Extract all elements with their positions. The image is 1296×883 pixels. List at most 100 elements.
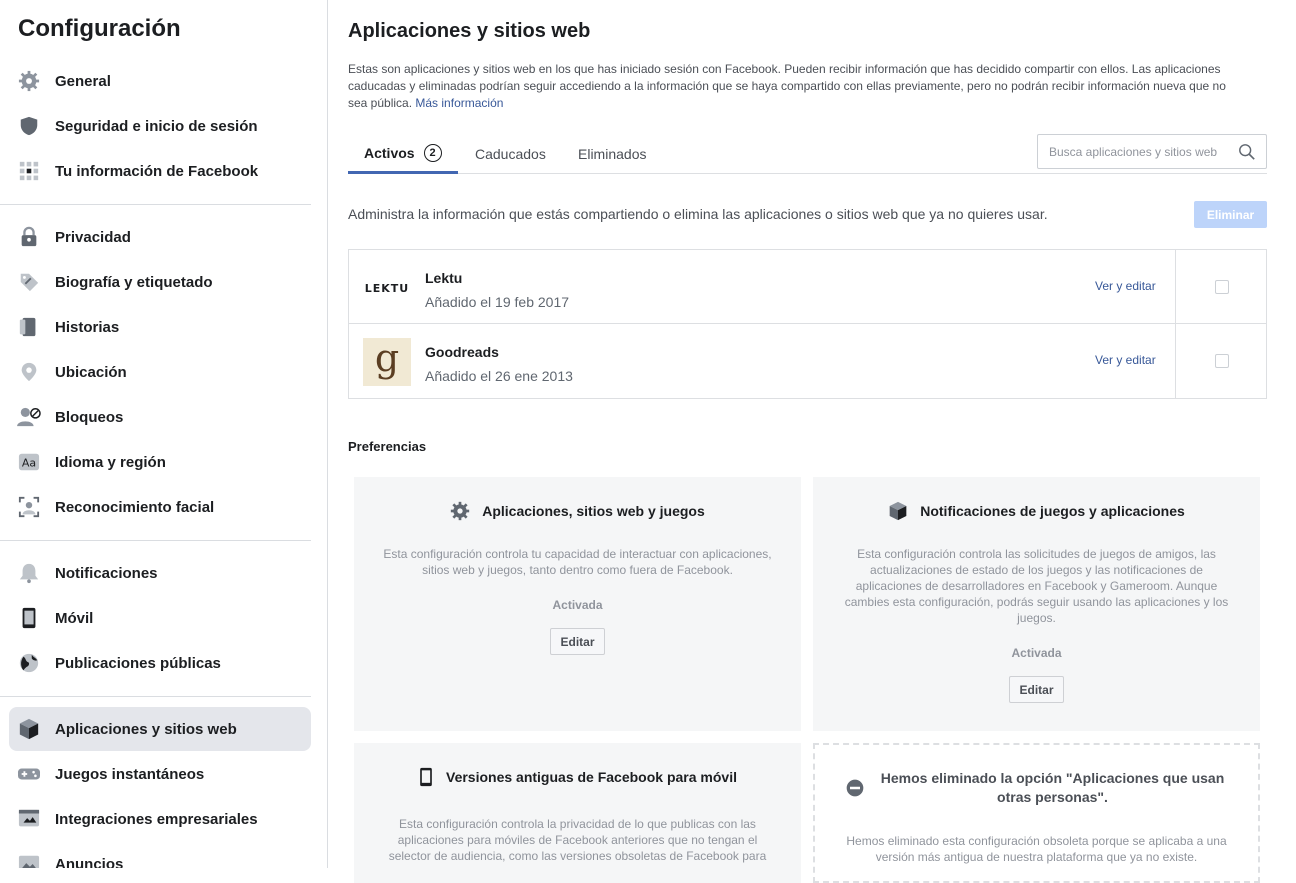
page-title: Aplicaciones y sitios web: [348, 20, 591, 42]
sidebar-item-label: Biografía y etiquetado: [55, 273, 213, 291]
tab-removed[interactable]: Eliminados: [578, 134, 646, 174]
sidebar-item-face-recognition[interactable]: Reconocimiento facial: [9, 485, 311, 529]
card-status: Activada: [1011, 646, 1062, 660]
sidebar-item-label: Móvil: [55, 609, 94, 627]
app-checkbox[interactable]: [1215, 354, 1229, 368]
sidebar-item-label: Privacidad: [55, 228, 131, 246]
sidebar-item-language[interactable]: Aa Idioma y región: [9, 440, 311, 484]
sidebar-item-general[interactable]: General: [9, 59, 311, 103]
settings-sidebar: Configuración General Seguridad e inicio…: [0, 0, 328, 868]
shield-icon: [17, 114, 41, 138]
sidebar-divider: [0, 540, 311, 541]
sidebar-item-label: Historias: [55, 318, 120, 336]
sidebar-item-mobile[interactable]: Móvil: [9, 596, 311, 640]
app-checkbox[interactable]: [1215, 280, 1229, 294]
pref-card-old-mobile: Versiones antiguas de Facebook para móvi…: [354, 743, 801, 883]
sidebar-item-security[interactable]: Seguridad e inicio de sesión: [9, 104, 311, 148]
sidebar-divider: [0, 204, 311, 205]
sidebar-item-label: Juegos instantáneos: [55, 765, 205, 783]
lock-icon: [17, 225, 41, 249]
sidebar-item-label: Aplicaciones y sitios web: [55, 720, 237, 738]
ads-icon: [17, 852, 41, 868]
sidebar-item-label: Ubicación: [55, 363, 127, 381]
face-scan-icon: [17, 495, 41, 519]
bell-icon: [17, 561, 41, 585]
app-list: LEKTU Lektu Añadido el 19 feb 2017 Ver y…: [348, 249, 1267, 399]
app-name: Lektu: [425, 270, 463, 286]
card-status: Activada: [552, 598, 603, 612]
minus-circle-icon: [845, 778, 865, 798]
edit-button[interactable]: Editar: [1009, 676, 1064, 703]
phone-icon: [17, 606, 41, 630]
delete-button[interactable]: Eliminar: [1194, 201, 1267, 228]
sidebar-item-ads[interactable]: Anuncios: [9, 842, 311, 868]
app-row: g Goodreads Añadido el 26 ene 2013 Ver y…: [349, 324, 1266, 398]
card-description: Esta configuración controla la privacida…: [388, 817, 767, 863]
card-header: Hemos eliminado la opción "Aplicaciones …: [815, 769, 1258, 807]
sidebar-item-label: Tu información de Facebook: [55, 162, 259, 180]
block-user-icon: [17, 405, 41, 429]
tab-active[interactable]: Activos 2: [348, 134, 458, 174]
sidebar-item-label: General: [55, 72, 111, 90]
sidebar-item-label: Integraciones empresariales: [55, 810, 258, 828]
tag-icon: [17, 270, 41, 294]
search-input[interactable]: [1049, 144, 1227, 159]
sidebar-title: Configuración: [18, 15, 181, 42]
goodreads-logo: g: [363, 338, 411, 386]
preferences-heading: Preferencias: [348, 439, 427, 454]
intro-text: Estas son aplicaciones y sitios web en l…: [348, 61, 1248, 112]
sidebar-item-instant-games[interactable]: Juegos instantáneos: [9, 752, 311, 796]
card-description: Hemos eliminado esta configuración obsol…: [846, 834, 1227, 864]
pref-card-apps-games: Aplicaciones, sitios web y juegos Esta c…: [354, 477, 801, 731]
globe-icon: [17, 651, 41, 675]
sidebar-item-notifications[interactable]: Notificaciones: [9, 551, 311, 595]
tab-label: Caducados: [475, 146, 546, 162]
manage-description: Administra la información que estás comp…: [348, 206, 1048, 222]
app-row: LEKTU Lektu Añadido el 19 feb 2017 Ver y…: [349, 250, 1266, 324]
sidebar-item-label: Notificaciones: [55, 564, 158, 582]
sidebar-item-label: Seguridad e inicio de sesión: [55, 117, 258, 135]
sidebar-item-privacy[interactable]: Privacidad: [9, 215, 311, 259]
sidebar-item-timeline-tagging[interactable]: Biografía y etiquetado: [9, 260, 311, 304]
sidebar-divider: [0, 696, 311, 697]
sidebar-item-stories[interactable]: Historias: [9, 305, 311, 349]
business-icon: [17, 807, 41, 831]
sidebar-item-blocking[interactable]: Bloqueos: [9, 395, 311, 439]
card-title: Versiones antiguas de Facebook para móvi…: [446, 769, 737, 785]
box-icon: [17, 717, 41, 741]
tab-expired[interactable]: Caducados: [475, 134, 546, 174]
sidebar-item-label: Idioma y región: [55, 453, 166, 471]
pref-card-removed-option: Hemos eliminado la opción "Aplicaciones …: [813, 743, 1260, 883]
sidebar-item-apps-websites[interactable]: Aplicaciones y sitios web: [9, 707, 311, 751]
sidebar-item-label: Publicaciones públicas: [55, 654, 221, 672]
pref-card-notifications: Notificaciones de juegos y aplicaciones …: [813, 477, 1260, 731]
sidebar-item-your-info[interactable]: Tu información de Facebook: [9, 149, 311, 193]
cube-icon: [888, 501, 908, 521]
gamepad-icon: [17, 762, 41, 786]
more-info-link[interactable]: Más información: [415, 96, 503, 110]
card-header: Notificaciones de juegos y aplicaciones: [813, 501, 1260, 521]
sidebar-item-label: Reconocimiento facial: [55, 498, 215, 516]
tab-count-badge: 2: [423, 143, 442, 162]
card-title: Hemos eliminado la opción "Aplicaciones …: [880, 770, 1225, 805]
search-icon[interactable]: [1238, 143, 1256, 166]
row-divider: [1175, 250, 1176, 323]
sidebar-item-business-integrations[interactable]: Integraciones empresariales: [9, 797, 311, 841]
app-date: Añadido el 19 feb 2017: [425, 294, 570, 310]
tab-label: Activos: [364, 144, 415, 161]
card-header: Aplicaciones, sitios web y juegos: [354, 501, 801, 521]
phone-icon: [418, 767, 434, 787]
card-title: Aplicaciones, sitios web y juegos: [482, 503, 705, 519]
edit-button[interactable]: Editar: [550, 628, 605, 655]
search-box: [1037, 134, 1267, 169]
card-description: Esta configuración controla tu capacidad…: [383, 547, 772, 577]
sidebar-item-location[interactable]: Ubicación: [9, 350, 311, 394]
card-header: Versiones antiguas de Facebook para móvi…: [354, 767, 801, 787]
language-icon: Aa: [17, 450, 41, 474]
svg-text:Aa: Aa: [22, 457, 36, 470]
app-name: Goodreads: [425, 344, 499, 360]
view-edit-link[interactable]: Ver y editar: [1095, 353, 1156, 367]
app-date: Añadido el 26 ene 2013: [425, 368, 573, 384]
view-edit-link[interactable]: Ver y editar: [1095, 279, 1156, 293]
sidebar-item-public-posts[interactable]: Publicaciones públicas: [9, 641, 311, 685]
